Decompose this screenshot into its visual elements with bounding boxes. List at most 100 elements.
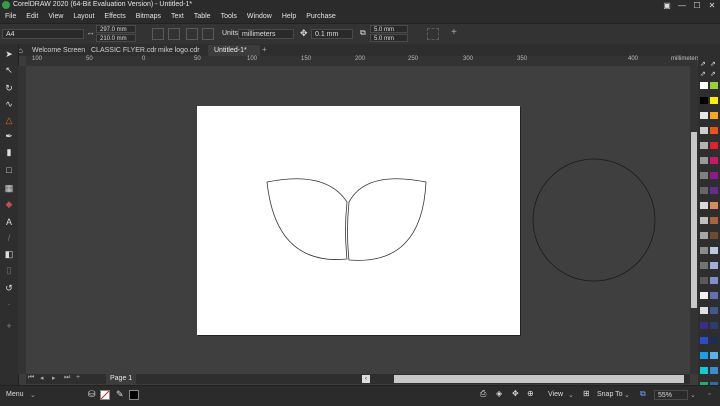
palette-options-icon[interactable]: ⇗ bbox=[710, 60, 716, 68]
nudge-distance-field[interactable]: 0.1 mm bbox=[311, 29, 353, 39]
color-swatch[interactable] bbox=[700, 247, 708, 254]
color-swatch[interactable] bbox=[700, 337, 708, 344]
all-pages-icon[interactable] bbox=[186, 28, 198, 40]
color-eyedropper-icon[interactable]: ◧ bbox=[3, 248, 15, 260]
color-swatch[interactable] bbox=[700, 292, 708, 299]
layers-icon[interactable]: ◈ bbox=[496, 389, 502, 398]
menu-bitmaps[interactable]: Bitmaps bbox=[131, 11, 166, 23]
portrait-icon[interactable] bbox=[152, 28, 164, 40]
treat-as-filled-icon[interactable] bbox=[427, 28, 439, 40]
outline-color-swatch[interactable] bbox=[129, 390, 139, 400]
color-swatch[interactable] bbox=[700, 217, 708, 224]
right-leaf-shape[interactable] bbox=[347, 178, 427, 261]
page-tab[interactable]: Page 1 bbox=[106, 374, 137, 384]
color-swatch[interactable] bbox=[710, 97, 718, 104]
menu-purchase[interactable]: Purchase bbox=[301, 11, 341, 23]
fill-tool-icon[interactable]: ▮ bbox=[3, 146, 15, 158]
landscape-icon[interactable] bbox=[168, 28, 180, 40]
text-tool-icon[interactable]: A bbox=[3, 216, 15, 228]
add-page-icon[interactable]: + bbox=[76, 374, 80, 381]
fill-indicator-icon[interactable]: ⛁ bbox=[88, 389, 96, 400]
color-swatch[interactable] bbox=[700, 322, 708, 329]
color-swatch[interactable] bbox=[700, 232, 708, 239]
chevron-down-icon[interactable]: ⌄ bbox=[690, 391, 696, 399]
scroll-left-icon[interactable]: ‹ bbox=[362, 375, 370, 383]
color-swatch[interactable] bbox=[710, 247, 718, 254]
page-nav-next-icon[interactable]: ▸ bbox=[52, 374, 56, 382]
artistic-media-icon[interactable]: △ bbox=[3, 114, 15, 126]
color-swatch[interactable] bbox=[710, 277, 718, 284]
menu-table[interactable]: Table bbox=[189, 11, 216, 23]
outline-pen-icon[interactable]: ✎ bbox=[116, 389, 124, 400]
menu-file[interactable]: File bbox=[0, 11, 21, 23]
color-swatch[interactable] bbox=[710, 217, 718, 224]
color-swatch[interactable] bbox=[700, 262, 708, 269]
settings-icon[interactable]: ▫ bbox=[708, 391, 710, 398]
color-swatch[interactable] bbox=[700, 97, 708, 104]
page-size-select[interactable]: A4 bbox=[2, 29, 84, 39]
page-nav-first-icon[interactable]: ⏮ bbox=[28, 374, 34, 382]
freehand-tool-icon[interactable]: ∿ bbox=[3, 98, 15, 110]
color-swatch[interactable] bbox=[710, 142, 718, 149]
vertical-scrollbar[interactable] bbox=[690, 66, 698, 374]
color-swatch[interactable] bbox=[700, 277, 708, 284]
zoom-level-field[interactable]: 55% bbox=[654, 390, 688, 400]
color-swatch[interactable] bbox=[710, 82, 718, 89]
color-swatch[interactable] bbox=[710, 262, 718, 269]
snap-to-dropdown[interactable]: Snap To bbox=[597, 391, 623, 398]
snap-icon[interactable]: ⊞ bbox=[583, 389, 590, 398]
vertical-scroll-thumb[interactable] bbox=[691, 132, 697, 308]
status-menu[interactable]: Menu bbox=[6, 391, 24, 398]
color-swatch[interactable] bbox=[700, 82, 708, 89]
color-swatch[interactable] bbox=[700, 187, 708, 194]
zoom-tool-icon[interactable]: ⊕ bbox=[527, 389, 534, 398]
maximize-button[interactable]: ☐ bbox=[690, 0, 704, 11]
parallel-dimension-icon[interactable]: / bbox=[3, 232, 15, 244]
color-swatch[interactable] bbox=[710, 232, 718, 239]
minimize-button[interactable]: — bbox=[675, 0, 689, 11]
color-swatch[interactable] bbox=[700, 127, 708, 134]
close-button[interactable]: ✕ bbox=[705, 0, 719, 11]
page-nav-last-icon[interactable]: ⏭ bbox=[64, 374, 70, 382]
color-swatch[interactable] bbox=[700, 172, 708, 179]
pan-icon[interactable]: ✥ bbox=[512, 389, 519, 398]
menu-effects[interactable]: Effects bbox=[99, 11, 130, 23]
color-swatch[interactable] bbox=[710, 322, 718, 329]
printer-icon[interactable]: ⎙ bbox=[480, 389, 486, 399]
drawing-canvas[interactable] bbox=[26, 66, 690, 374]
color-swatch[interactable] bbox=[700, 367, 708, 374]
color-swatch[interactable] bbox=[700, 202, 708, 209]
color-swatch[interactable] bbox=[700, 142, 708, 149]
restore-layout-icon[interactable]: ▣ bbox=[660, 0, 674, 11]
left-leaf-shape[interactable] bbox=[266, 178, 348, 260]
palette-arrow-icon[interactable]: ⇗ bbox=[700, 70, 706, 78]
pick-tool-icon[interactable]: ➤ bbox=[3, 48, 15, 60]
rectangle-tool-icon[interactable]: □ bbox=[3, 164, 15, 176]
circle-shape[interactable] bbox=[532, 158, 656, 282]
color-swatch[interactable] bbox=[700, 112, 708, 119]
color-swatch[interactable] bbox=[700, 352, 708, 359]
color-swatch[interactable] bbox=[710, 112, 718, 119]
pen-tool-icon[interactable]: ✒ bbox=[3, 130, 15, 142]
chevron-down-icon[interactable]: ⌄ bbox=[30, 391, 36, 399]
horizontal-scroll-thumb[interactable] bbox=[394, 375, 684, 383]
current-page-icon[interactable] bbox=[202, 28, 214, 40]
page-nav-prev-icon[interactable]: ◂ bbox=[40, 374, 44, 382]
chevron-down-icon[interactable]: ⌄ bbox=[624, 391, 630, 399]
duplicate-y-field[interactable]: 5.0 mm bbox=[370, 34, 408, 42]
color-swatch[interactable] bbox=[710, 127, 718, 134]
tab-classic-flyer[interactable]: CLASSIC FLYER.cdr bbox=[85, 45, 163, 56]
color-swatch[interactable] bbox=[710, 307, 718, 314]
view-dropdown[interactable]: View bbox=[548, 391, 563, 398]
menu-help[interactable]: Help bbox=[277, 11, 301, 23]
undo-icon[interactable]: ↺ bbox=[3, 282, 15, 294]
color-swatch[interactable] bbox=[710, 157, 718, 164]
menu-window[interactable]: Window bbox=[242, 11, 277, 23]
menu-tools[interactable]: Tools bbox=[216, 11, 242, 23]
units-select[interactable]: millimeters bbox=[238, 29, 294, 39]
palette-options-icon[interactable]: ⇗ bbox=[710, 70, 716, 78]
color-swatch[interactable] bbox=[700, 157, 708, 164]
redo-icon[interactable]: · bbox=[3, 298, 15, 310]
interactive-fill-icon[interactable]: ◆ bbox=[3, 198, 15, 210]
add-icon[interactable]: + bbox=[451, 27, 457, 38]
